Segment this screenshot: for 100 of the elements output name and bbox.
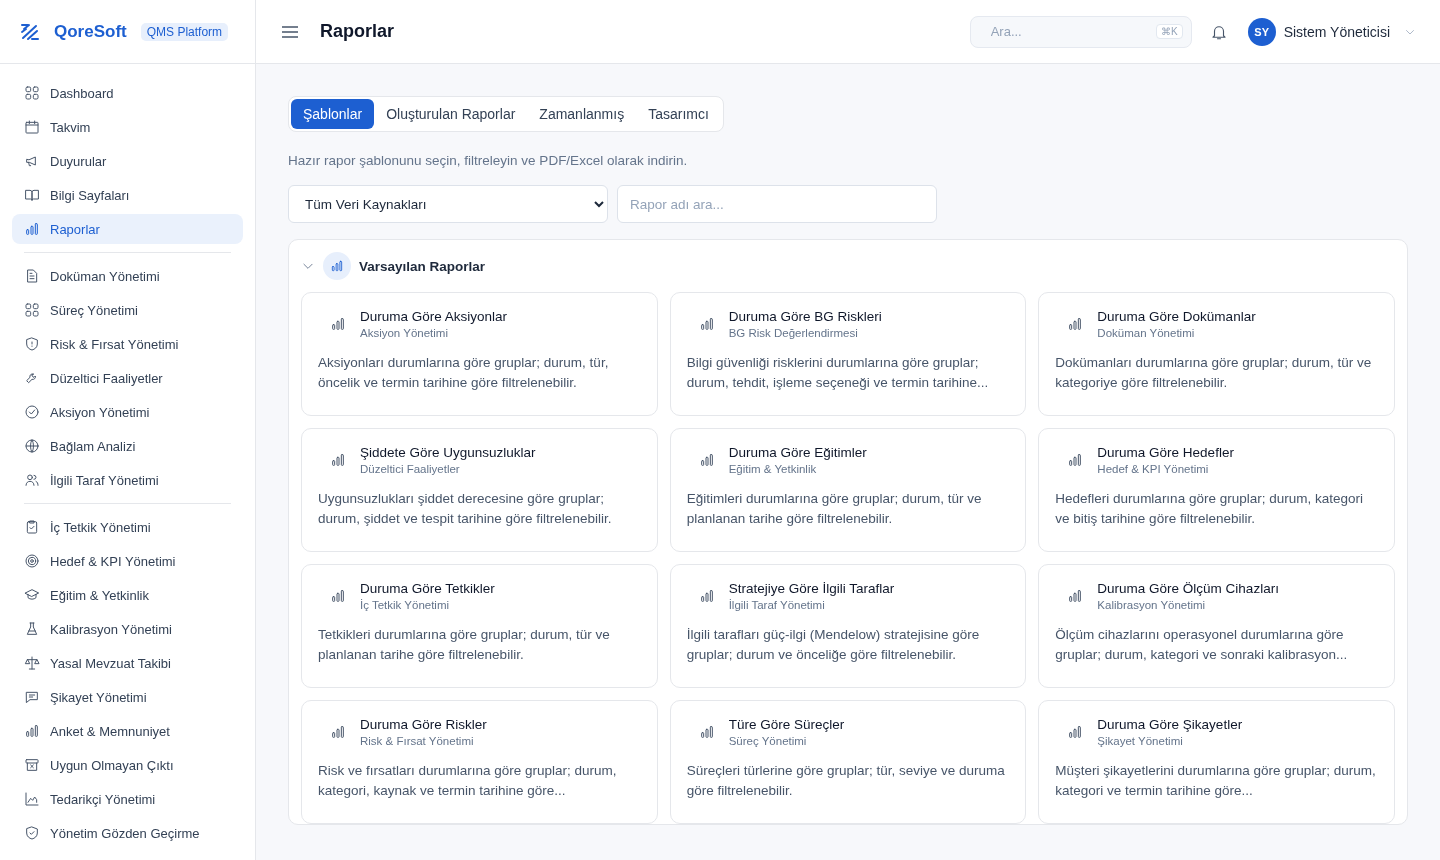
sidebar-item[interactable]: Yasal Mevzuat Takibi: [12, 648, 243, 678]
book-icon: [24, 187, 40, 203]
bar-chart-icon: [330, 588, 346, 604]
sidebar-item[interactable]: Eğitim & Yetkinlik: [12, 580, 243, 610]
report-description: Bilgi güvenliği risklerini durumlarına göre gruplar; durum, tehdit, işleme seçeneği ve termin tarihine...: [686, 354, 990, 392]
bar-chart-icon: [698, 724, 715, 740]
bar-chart-icon: [698, 316, 715, 332]
report-module: Doküman Yönetimi: [1097, 327, 1196, 339]
sidebar-item[interactable]: Raporlar: [12, 214, 243, 244]
report-card[interactable]: Şiddete Göre Uygunsuzluklar Düzeltici Faaliyetler Uygunsuzlukları şiddet derecesine göre gruplar; durum, şiddet ve tespit tarihine göre filtrelenebilir.: [301, 428, 658, 552]
page-title: Raporlar: [320, 21, 396, 42]
report-title: Stratejiye Göre İlgili Taraflar: [728, 581, 895, 596]
user-avatar: SY: [1247, 17, 1276, 46]
shield-check-icon: [24, 825, 40, 841]
bar-chart-icon: [1067, 316, 1084, 332]
sidebar-item[interactable]: Duyurular: [12, 146, 243, 176]
calendar-icon: [24, 119, 40, 135]
report-title: Duruma Göre Aksiyonlar: [360, 309, 508, 324]
report-module: Aksiyon Yönetimi: [360, 327, 449, 339]
sidebar-item[interactable]: Yönetim Gözden Geçirme: [12, 818, 243, 848]
report-card[interactable]: Duruma Göre Aksiyonlar Aksiyon Yönetimi Aksiyonları durumlarına göre gruplar; durum, tür, öncelik ve termin tarihine göre filtrelenebilir.: [301, 292, 658, 416]
sidebar-item[interactable]: Takvim: [12, 112, 243, 142]
bar-chart-icon: [330, 452, 346, 468]
flask-icon: [24, 621, 40, 637]
brand-name: QoreSoft: [54, 21, 127, 42]
report-card[interactable]: Duruma Göre Ölçüm Cihazları Kalibrasyon Yönetimi Ölçüm cihazlarını operasyonel durumlarına göre gruplar; durum, kategori ve sonraki kalibrasyon...: [1038, 564, 1395, 688]
report-title: Şiddete Göre Uygunsuzluklar: [360, 445, 536, 460]
report-title: Duruma Göre Dokümanlar: [1097, 309, 1256, 324]
document-icon: [24, 268, 40, 284]
report-module: Kalibrasyon Yönetimi: [1097, 599, 1207, 611]
sidebar-item[interactable]: Kalibrasyon Yönetimi: [12, 614, 243, 644]
bar-chart-icon: [24, 723, 40, 739]
report-module: İlgili Taraf Yönetimi: [728, 599, 826, 611]
report-card[interactable]: Duruma Göre Tetkikler İç Tetkik Yönetimi Tetkikleri durumlarına göre gruplar; durum, tür ve planlanan tarihe göre filtrelenebilir.: [301, 564, 658, 688]
sidebar-item[interactable]: Anket & Memnuniyet: [12, 716, 243, 746]
report-card[interactable]: Türe Göre Süreçler Süreç Yönetimi Süreçleri türlerine göre gruplar; tür, seviye ve duruma göre filtrelenebilir.: [669, 700, 1027, 824]
chart-line-icon: [24, 791, 40, 807]
sidebar-item[interactable]: Hedef & KPI Yönetimi: [12, 546, 243, 576]
report-card[interactable]: Duruma Göre Riskler Risk & Fırsat Yönetimi Risk ve fırsatları durumlarına göre gruplar; durum, kategori, kaynak ve termin tarihine göre...: [301, 700, 658, 824]
report-description: Dokümanları durumlarına göre gruplar; durum, tür ve kategoriye göre filtrelenebilir.: [1055, 354, 1373, 392]
check-circle-icon: [24, 404, 40, 420]
sidebar-item[interactable]: İlgili Taraf Yönetimi: [12, 465, 243, 495]
sidebar-item[interactable]: Düzeltici Faaliyetler: [12, 363, 243, 393]
sidebar-item[interactable]: Risk & Fırsat Yönetimi: [12, 329, 243, 359]
bar-chart-icon: [698, 452, 715, 468]
report-description: Hedefleri durumlarına göre gruplar; durum, kategori ve bitiş tarihine göre filtrelenebilir.: [1055, 490, 1364, 528]
users-icon: [24, 472, 40, 488]
tab[interactable]: Oluşturulan Raporlar: [374, 99, 528, 129]
tab[interactable]: Şablonlar: [291, 99, 375, 129]
report-module: İç Tetkik Yönetimi: [360, 599, 451, 611]
grid-icon: [24, 85, 40, 101]
report-title: Duruma Göre Şikayetler: [1097, 717, 1243, 732]
target-icon: [24, 553, 40, 569]
graduation-cap-icon: [24, 587, 40, 603]
sidebar-item[interactable]: Bağlam Analizi: [12, 431, 243, 461]
report-description: Eğitimleri durumlarına göre gruplar; durum, tür ve planlanan tarihe göre filtrelenebilir.: [686, 490, 983, 528]
report-search-field[interactable]: Rapor adı ara...: [617, 185, 937, 223]
report-description: Müşteri şikayetlerini durumlarına göre gruplar; durum, kategori ve termin tarihine göre...: [1055, 762, 1377, 800]
logo-icon: [20, 21, 40, 42]
bar-chart-icon: [330, 259, 344, 273]
report-module: Süreç Yönetimi: [728, 735, 808, 747]
report-card[interactable]: Duruma Göre Şikayetler Şikayet Yönetimi Müşteri şikayetlerini durumlarına göre gruplar; durum, kategori ve termin tarihine göre...: [1038, 700, 1395, 824]
bar-chart-icon: [1067, 588, 1084, 604]
report-title: Duruma Göre Hedefler: [1097, 445, 1234, 460]
report-card[interactable]: Duruma Göre Eğitimler Eğitim & Yetkinlik Eğitimleri durumlarına göre gruplar; durum, tür ve planlanan tarihe göre filtrelenebilir.: [669, 428, 1027, 552]
bar-chart-icon: [330, 316, 346, 332]
report-module: Risk & Fırsat Yönetimi: [360, 735, 475, 747]
tab[interactable]: Zamanlanmış: [527, 99, 637, 129]
sidebar-item[interactable]: Süreç Yönetimi: [12, 295, 243, 325]
bar-chart-icon: [698, 588, 715, 604]
sidebar-item[interactable]: Şikayet Yönetimi: [12, 682, 243, 712]
report-card[interactable]: Duruma Göre Dokümanlar Doküman Yönetimi Dokümanları durumlarına göre gruplar; durum, tür ve kategoriye göre filtrelenebilir.: [1038, 292, 1395, 416]
report-description: Risk ve fırsatları durumlarına göre gruplar; durum, kategori, kaynak ve termin tarihine göre...: [318, 762, 618, 800]
sidebar-item[interactable]: Uygun Olmayan Çıktı: [12, 750, 243, 780]
sidebar-item[interactable]: Tedarikçi Yönetimi: [12, 784, 243, 814]
tab[interactable]: Tasarımcı: [636, 99, 721, 129]
report-title: Türe Göre Süreçler: [728, 717, 845, 732]
report-card[interactable]: Stratejiye Göre İlgili Taraflar İlgili Taraf Yönetimi İlgili tarafları güç-ilgi (Mendelow) stratejisine göre gruplar; durum ve önceliğe göre filtrelenebilir.: [669, 564, 1027, 688]
sidebar-item[interactable]: Doküman Yönetimi: [12, 261, 243, 291]
report-module: BG Risk Değerlendirmesi: [728, 327, 859, 339]
bar-chart-icon: [1067, 452, 1084, 468]
report-module: Hedef & KPI Yönetimi: [1097, 463, 1210, 475]
sidebar-item[interactable]: İç Tetkik Yönetimi: [12, 512, 243, 542]
sidebar-item[interactable]: Dashboard: [12, 78, 243, 108]
grid-icon: [24, 302, 40, 318]
sidebar-item[interactable]: Bilgi Sayfaları: [12, 180, 243, 210]
shield-icon: [24, 336, 40, 352]
report-title: Duruma Göre Ölçüm Cihazları: [1097, 581, 1279, 596]
clipboard-icon: [24, 519, 40, 535]
report-title: Duruma Göre Tetkikler: [360, 581, 495, 596]
report-description: Tetkikleri durumlarına göre gruplar; durum, tür ve planlanan tarihe göre filtrelenebilir.: [318, 626, 611, 664]
sidebar-item[interactable]: Aksiyon Yönetimi: [12, 397, 243, 427]
report-card[interactable]: Duruma Göre BG Riskleri BG Risk Değerlendirmesi Bilgi güvenliği risklerini durumlarına göre gruplar; durum, tehdit, işleme seçeneği ve termin tarihine...: [669, 292, 1027, 416]
bar-chart-icon: [24, 221, 40, 237]
report-title: Duruma Göre BG Riskleri: [728, 309, 882, 324]
report-card[interactable]: Duruma Göre Hedefler Hedef & KPI Yönetimi Hedefleri durumlarına göre gruplar; durum, kategori ve bitiş tarihine göre filtrelenebilir.: [1038, 428, 1395, 552]
section-title: Varsayılan Raporlar: [359, 258, 486, 274]
report-description: Aksiyonları durumlarına göre gruplar; durum, tür, öncelik ve termin tarihine göre filtrelenebilir.: [318, 354, 610, 392]
source-dropdown[interactable]: Tüm Veri Kaynakları: [288, 185, 608, 223]
user-menu[interactable]: SY Sistem Yöneticisi: [1247, 17, 1416, 46]
